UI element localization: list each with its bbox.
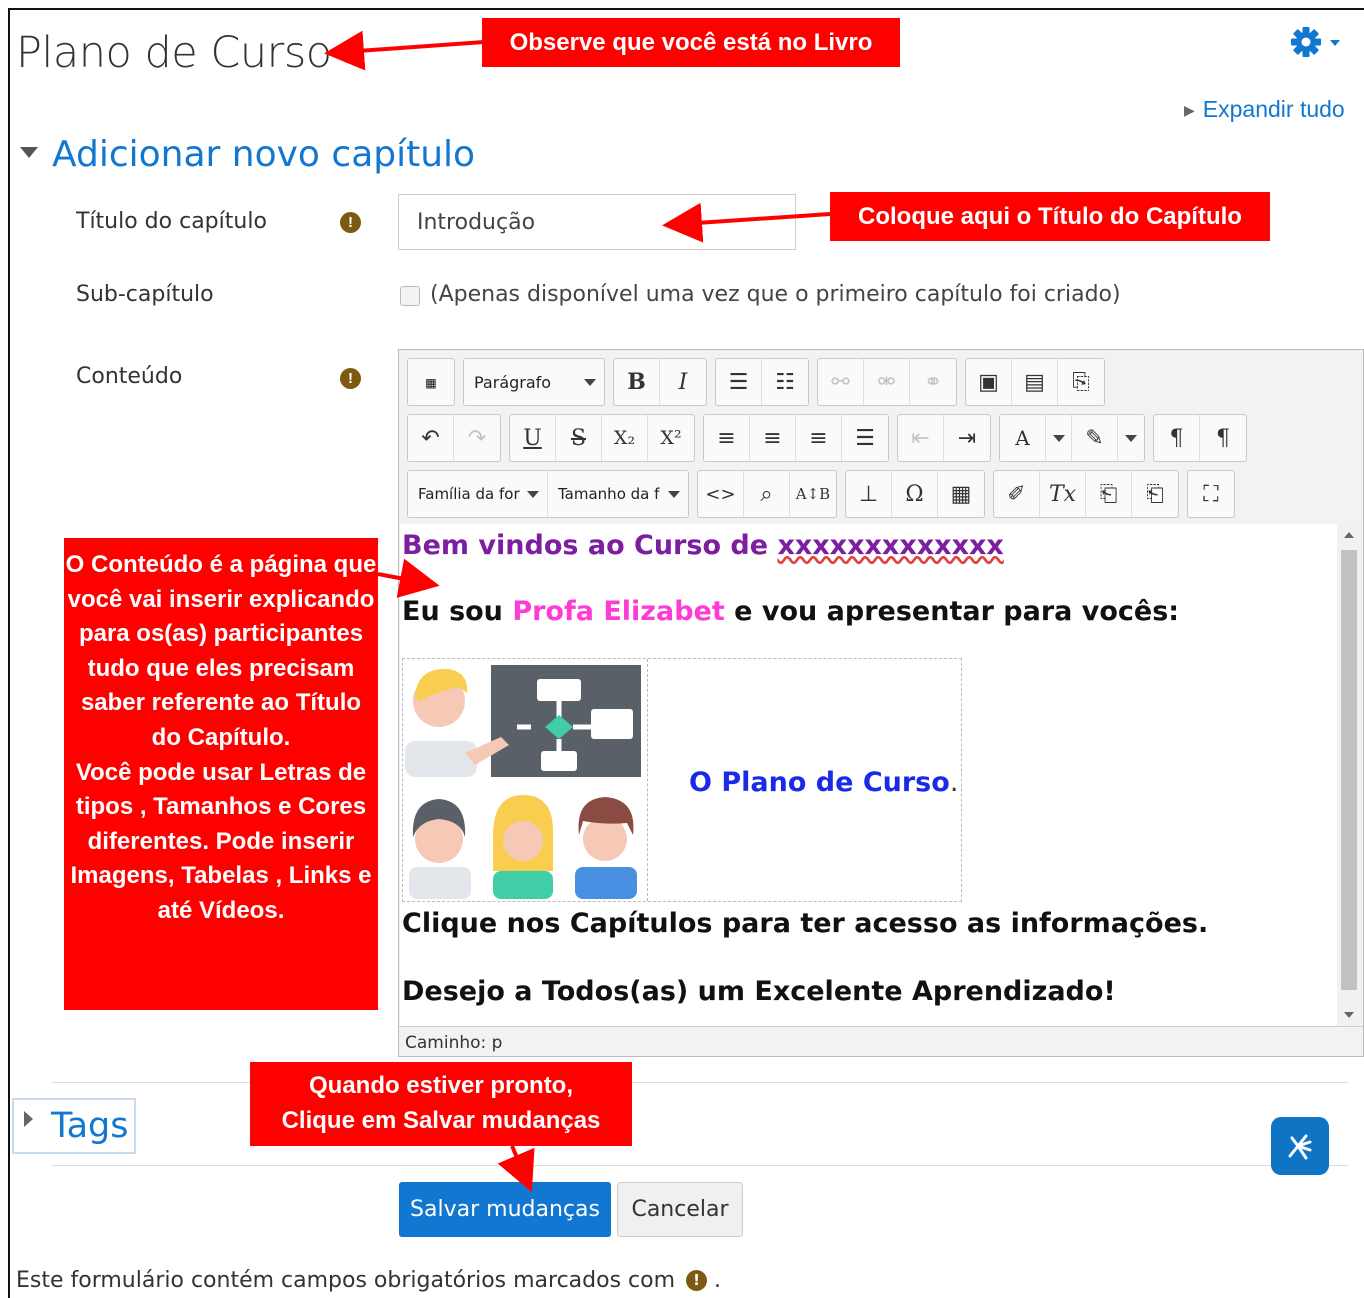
find-replace-icon[interactable]: A↕B xyxy=(790,471,836,517)
font-family-select[interactable]: Família da for xyxy=(408,471,548,517)
required-icon: ! xyxy=(340,212,361,233)
content-table: O Plano de Curso. xyxy=(402,658,962,902)
undo-icon[interactable]: ↶ xyxy=(408,415,454,461)
background-color-icon[interactable]: ✎ xyxy=(1072,415,1118,461)
content-line-4: Clique nos Capítulos para ter acesso as … xyxy=(402,908,1209,939)
strikethrough-icon[interactable]: S xyxy=(556,415,602,461)
caret-down-icon xyxy=(20,147,38,158)
chevron-down-icon xyxy=(668,490,680,498)
content-line-2: Eu sou Profa Elizabet e vou apresentar p… xyxy=(402,596,1180,627)
text-color-icon[interactable]: A xyxy=(1000,415,1046,461)
chevron-down-icon xyxy=(1052,434,1065,442)
background-color-dropdown[interactable] xyxy=(1118,415,1144,461)
scroll-up-icon[interactable] xyxy=(1344,532,1354,538)
subchapter-label: Sub-capítulo xyxy=(76,282,214,307)
tags-section-toggle[interactable]: Tags xyxy=(12,1098,136,1154)
font-family-value: Família da for xyxy=(418,485,520,503)
indent-icon[interactable]: ⇥ xyxy=(944,415,990,461)
italic-icon[interactable]: I xyxy=(660,359,706,405)
redo-icon[interactable]: ↷ xyxy=(454,415,500,461)
required-icon: ! xyxy=(340,368,361,389)
subchapter-checkbox[interactable] xyxy=(400,286,420,306)
content-line-1: Bem vindos ao Curso de xxxxxxxxxxxxx xyxy=(402,530,1004,561)
paste-text-icon[interactable]: ⎗ xyxy=(1086,471,1132,517)
section-header-add-chapter[interactable]: Adicionar novo capítulo xyxy=(20,134,475,175)
link-icon[interactable]: ⚯ xyxy=(818,359,864,405)
paste-word-icon[interactable]: ⎗ xyxy=(1132,471,1178,517)
align-left-icon[interactable]: ≡ xyxy=(704,415,750,461)
chevron-down-icon xyxy=(1125,434,1137,442)
table-icon[interactable]: ▦ xyxy=(938,471,984,517)
content-label: Conteúdo xyxy=(76,364,183,389)
subscript-icon[interactable]: X₂ xyxy=(602,415,648,461)
annotation-callout: Quando estiver pronto, Clique em Salvar … xyxy=(250,1062,632,1146)
superscript-icon[interactable]: X² xyxy=(648,415,694,461)
expand-all-link[interactable]: ▶ Expandir tudo xyxy=(1184,96,1345,123)
toolbar-toggle-icon[interactable]: ▦ xyxy=(408,359,454,405)
content-line-5: Desejo a Todos(as) um Excelente Aprendiz… xyxy=(402,976,1116,1007)
annotation-callout: O Conteúdo é a página que você vai inser… xyxy=(64,538,378,1010)
media-icon[interactable]: ▤ xyxy=(1012,359,1058,405)
format-select-value: Parágrafo xyxy=(474,372,552,392)
chevron-down-icon xyxy=(527,490,539,498)
caret-right-icon xyxy=(24,1111,33,1127)
font-size-value: Tamanho da f xyxy=(558,485,660,503)
anchor-icon[interactable]: ⚭ xyxy=(910,359,956,405)
font-size-select[interactable]: Tamanho da f xyxy=(548,471,688,517)
chapter-title-label: Título do capítulo xyxy=(76,209,267,234)
gear-icon xyxy=(1291,27,1340,57)
editor-content-area[interactable]: Bem vindos ao Curso de xxxxxxxxxxxxx Eu … xyxy=(400,524,1337,1026)
editor-scrollbar[interactable] xyxy=(1337,524,1361,1026)
find-icon[interactable]: ⌕ xyxy=(744,471,790,517)
clean-formatting-icon[interactable]: ✐ xyxy=(994,471,1040,517)
expand-all-label: Expandir tudo xyxy=(1202,96,1345,122)
presentation-people-image xyxy=(405,661,643,899)
unlink-icon[interactable]: ⚮ xyxy=(864,359,910,405)
cancel-button[interactable]: Cancelar xyxy=(617,1182,743,1237)
underline-icon[interactable]: U xyxy=(510,415,556,461)
save-button[interactable]: Salvar mudanças xyxy=(399,1182,611,1237)
format-select[interactable]: Parágrafo xyxy=(464,359,604,405)
outdent-icon[interactable]: ⇤ xyxy=(898,415,944,461)
tags-label: Tags xyxy=(51,1106,129,1146)
scroll-thumb[interactable] xyxy=(1341,550,1357,990)
align-right-icon[interactable]: ≡ xyxy=(796,415,842,461)
rtl-icon[interactable]: ¶ xyxy=(1200,415,1246,461)
table-text: O Plano de Curso. xyxy=(689,767,959,798)
code-icon[interactable]: <> xyxy=(698,471,744,517)
chevron-down-icon xyxy=(584,378,596,386)
manage-files-icon[interactable]: ⎘ xyxy=(1058,359,1104,405)
divider xyxy=(52,1082,1348,1083)
page-title: Plano de Curso xyxy=(16,28,332,78)
align-justify-icon[interactable]: ☰ xyxy=(842,415,888,461)
subchapter-note: (Apenas disponível uma vez que o primeir… xyxy=(430,282,1121,307)
divider xyxy=(52,1165,1348,1166)
ltr-icon[interactable]: ¶ xyxy=(1154,415,1200,461)
scroll-down-icon[interactable] xyxy=(1344,1012,1354,1018)
image-icon[interactable]: ▣ xyxy=(966,359,1012,405)
accessibility-sign-language-icon[interactable] xyxy=(1271,1117,1329,1175)
editor-status-path: Caminho: p xyxy=(399,1026,1363,1056)
text-color-dropdown[interactable] xyxy=(1046,415,1072,461)
bold-icon[interactable]: B xyxy=(614,359,660,405)
align-center-icon[interactable]: ≡ xyxy=(750,415,796,461)
clear-formatting-icon[interactable]: Tx xyxy=(1040,471,1086,517)
bullet-list-icon[interactable]: ☰ xyxy=(716,359,762,405)
section-title: Adicionar novo capítulo xyxy=(52,134,476,175)
numbered-list-icon[interactable]: ☷ xyxy=(762,359,808,405)
annotation-callout: Observe que você está no Livro xyxy=(482,18,900,67)
fullscreen-icon[interactable]: ⛶ xyxy=(1188,471,1234,517)
required-icon: ! xyxy=(686,1270,708,1291)
chapter-title-input[interactable] xyxy=(398,194,796,250)
settings-menu[interactable] xyxy=(1288,26,1350,67)
special-char-icon[interactable]: Ω xyxy=(892,471,938,517)
required-fields-note: Este formulário contém campos obrigatóri… xyxy=(16,1268,722,1293)
insert-line-icon[interactable]: ⊥ xyxy=(846,471,892,517)
rich-text-editor: ▦ Parágrafo B I ☰ ☷ ⚯ ⚮ ⚭ ▣ ▤ ⎘ ↶ ↷ U S … xyxy=(398,349,1364,1057)
annotation-callout: Coloque aqui o Título do Capítulo xyxy=(830,192,1270,241)
caret-right-icon: ▶ xyxy=(1184,102,1195,118)
